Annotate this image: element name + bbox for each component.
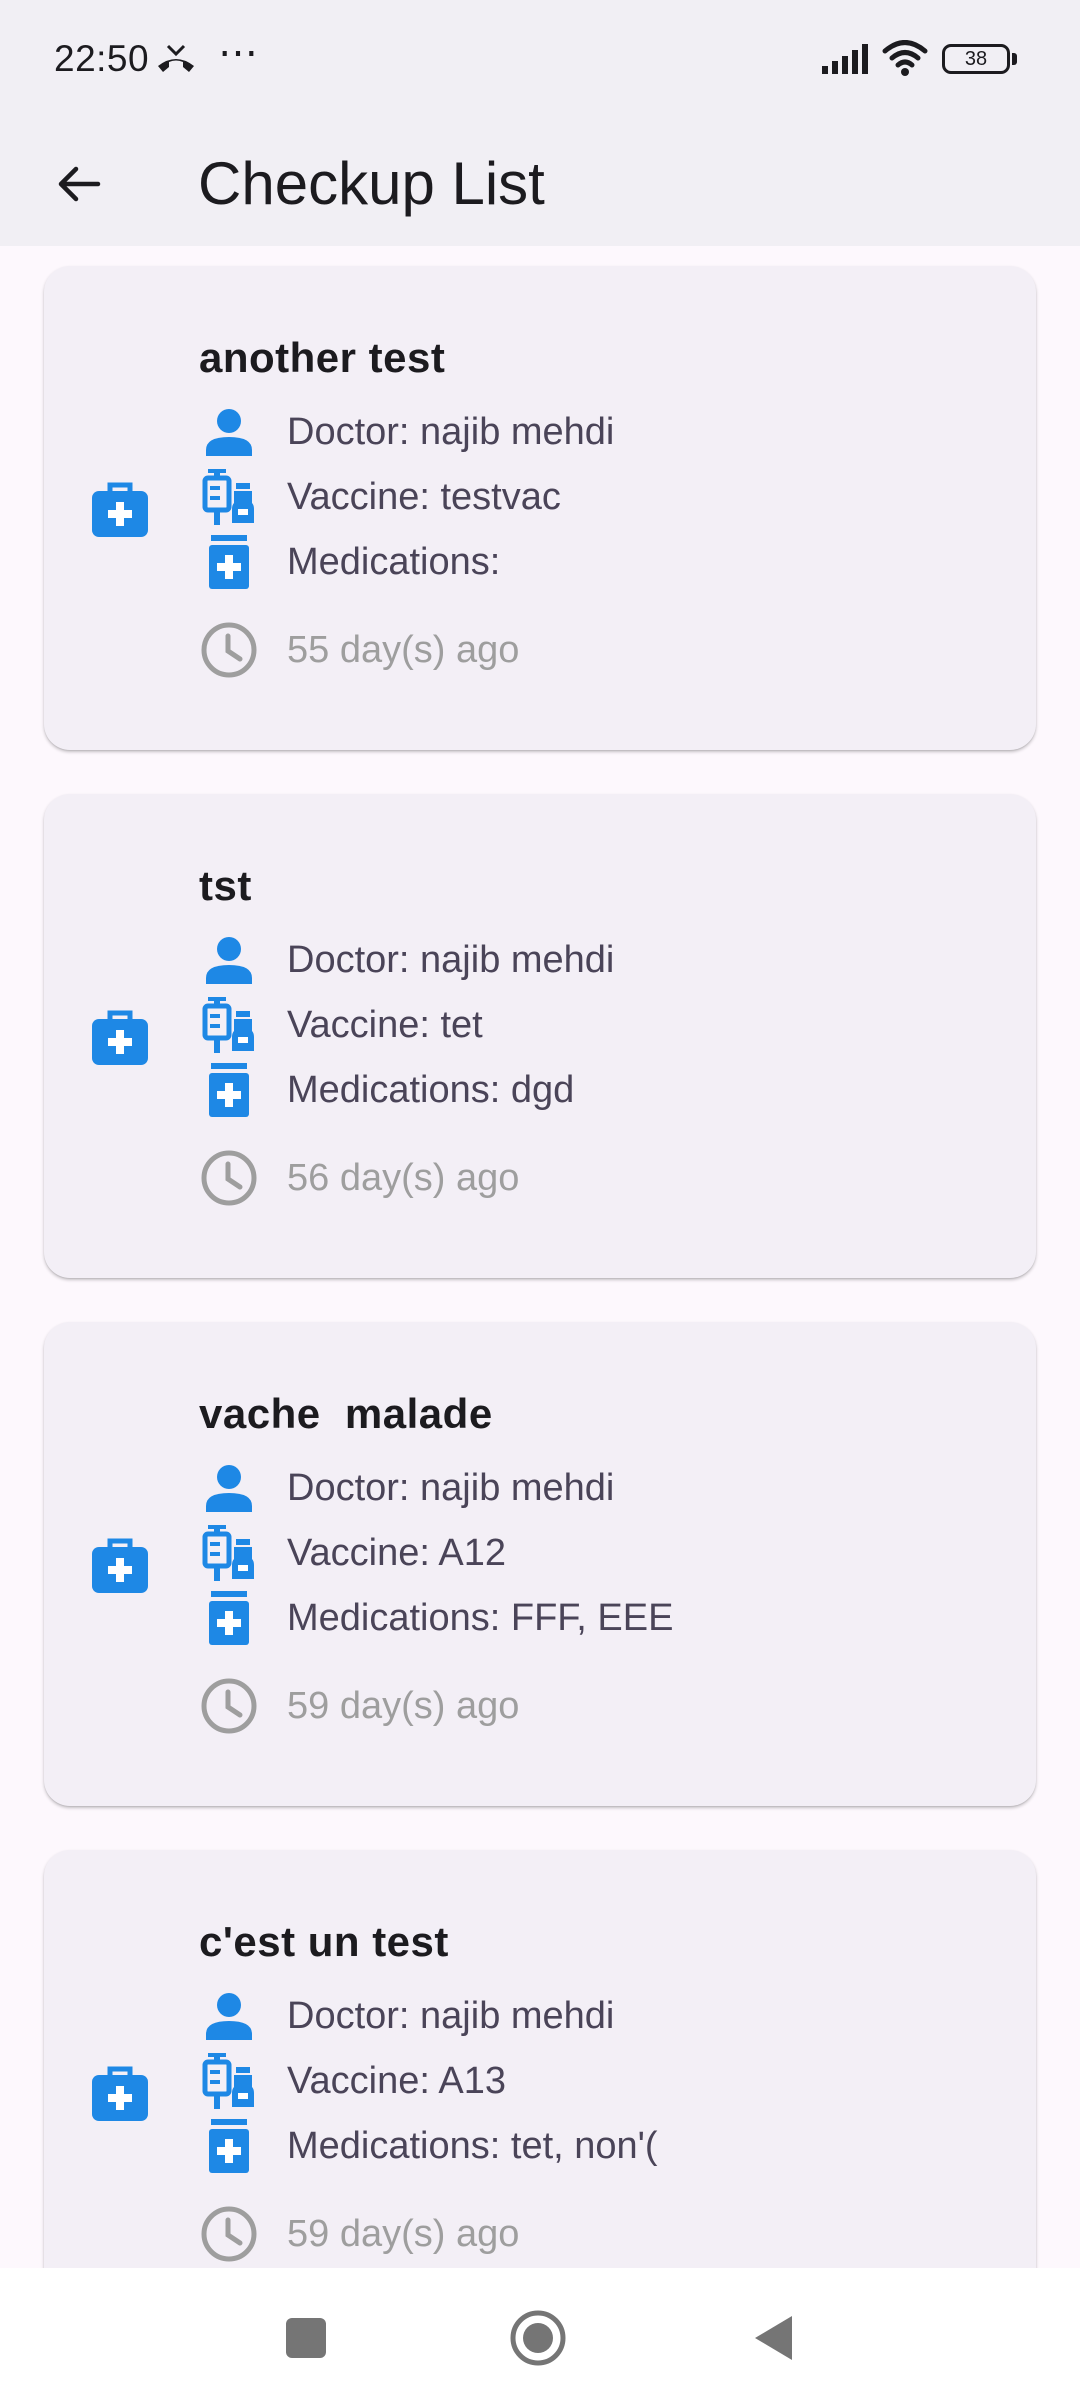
medications-label: Medications: dgd	[287, 1069, 575, 1111]
doctor-label: Doctor: najib mehdi	[287, 1995, 615, 2037]
missed-call-icon	[156, 44, 196, 81]
medication-icon	[199, 2116, 259, 2176]
vaccine-label: Vaccine: A12	[287, 1532, 507, 1574]
medications-row: Medications:	[199, 532, 999, 592]
time-ago-label: 55 day(s) ago	[287, 629, 520, 671]
battery-level: 38	[942, 44, 1010, 74]
system-nav-bar	[0, 2268, 1080, 2400]
vaccine-row: Vaccine: A12	[199, 1523, 999, 1583]
vaccine-icon	[199, 995, 259, 1055]
time-ago-label: 56 day(s) ago	[287, 1157, 520, 1199]
arrow-back-icon	[58, 166, 101, 202]
page-title: Checkup List	[198, 150, 545, 217]
checkup-card[interactable]: vache malade Doctor: najib mehdi Vaccine…	[44, 1322, 1036, 1806]
back-triangle-icon	[755, 2316, 792, 2360]
doctor-label: Doctor: najib mehdi	[287, 1467, 615, 1509]
vaccine-icon	[199, 2051, 259, 2111]
medical-bag-icon	[90, 2065, 150, 2128]
clock-icon	[199, 620, 259, 680]
vaccine-row: Vaccine: tet	[199, 995, 999, 1055]
home-icon	[510, 2310, 566, 2366]
medications-row: Medications: FFF, EEE	[199, 1588, 999, 1648]
doctor-label: Doctor: najib mehdi	[287, 939, 615, 981]
vaccine-row: Vaccine: A13	[199, 2051, 999, 2111]
clock-icon	[199, 1676, 259, 1736]
medication-icon	[199, 1588, 259, 1648]
medications-label: Medications:	[287, 541, 501, 583]
vaccine-icon	[199, 467, 259, 527]
app-bar: Checkup List	[0, 122, 1080, 246]
doctor-row: Doctor: najib mehdi	[199, 402, 999, 462]
home-button[interactable]	[508, 2308, 568, 2368]
time-row: 56 day(s) ago	[199, 1148, 999, 1208]
clock-icon	[199, 2204, 259, 2264]
vaccine-label: Vaccine: A13	[287, 2060, 507, 2102]
medication-icon	[199, 532, 259, 592]
medications-label: Medications: tet, non'(	[287, 2125, 658, 2167]
medications-row: Medications: dgd	[199, 1060, 999, 1120]
vaccine-row: Vaccine: testvac	[199, 467, 999, 527]
time-row: 55 day(s) ago	[199, 620, 999, 680]
medical-bag-icon	[90, 1009, 150, 1072]
medical-bag-icon	[90, 481, 150, 544]
checkup-list-screen: 22:50 ⋯ 38 Checkup List another test Doc…	[0, 0, 1080, 2400]
wifi-icon	[882, 40, 928, 81]
time-row: 59 day(s) ago	[199, 2204, 999, 2264]
checkup-title: another test	[199, 334, 446, 381]
checkup-card[interactable]: tst Doctor: najib mehdi Vaccine: tet Med…	[44, 794, 1036, 1278]
battery-tip	[1012, 53, 1017, 65]
medications-row: Medications: tet, non'(	[199, 2116, 999, 2176]
checkup-card[interactable]: another test Doctor: najib mehdi Vaccine…	[44, 266, 1036, 750]
checkup-list[interactable]: another test Doctor: najib mehdi Vaccine…	[0, 246, 1080, 2268]
vaccine-label: Vaccine: tet	[287, 1004, 483, 1046]
back-button[interactable]	[36, 142, 120, 226]
checkup-title: tst	[199, 862, 252, 909]
time-row: 59 day(s) ago	[199, 1676, 999, 1736]
medication-icon	[199, 1060, 259, 1120]
recents-icon	[286, 2318, 326, 2358]
checkup-title: c'est un test	[199, 1918, 449, 1965]
clock-icon	[199, 1148, 259, 1208]
person-icon	[199, 402, 259, 462]
person-icon	[199, 1458, 259, 1518]
doctor-row: Doctor: najib mehdi	[199, 1458, 999, 1518]
person-icon	[199, 1986, 259, 2046]
more-notifications-icon: ⋯	[218, 31, 260, 75]
medications-label: Medications: FFF, EEE	[287, 1597, 674, 1639]
time-ago-label: 59 day(s) ago	[287, 2213, 520, 2255]
medical-bag-icon	[90, 1537, 150, 1600]
vaccine-icon	[199, 1523, 259, 1583]
doctor-row: Doctor: najib mehdi	[199, 1986, 999, 2046]
status-bar: 22:50 ⋯ 38	[0, 0, 1080, 122]
vaccine-label: Vaccine: testvac	[287, 476, 561, 518]
back-nav-button[interactable]	[744, 2308, 804, 2368]
checkup-card[interactable]: c'est un test Doctor: najib mehdi Vaccin…	[44, 1850, 1036, 2268]
recents-button[interactable]	[276, 2308, 336, 2368]
signal-icon	[822, 44, 872, 79]
status-time: 22:50	[54, 38, 150, 79]
doctor-label: Doctor: najib mehdi	[287, 411, 615, 453]
checkup-title: vache malade	[199, 1390, 493, 1437]
time-ago-label: 59 day(s) ago	[287, 1685, 520, 1727]
doctor-row: Doctor: najib mehdi	[199, 930, 999, 990]
person-icon	[199, 930, 259, 990]
